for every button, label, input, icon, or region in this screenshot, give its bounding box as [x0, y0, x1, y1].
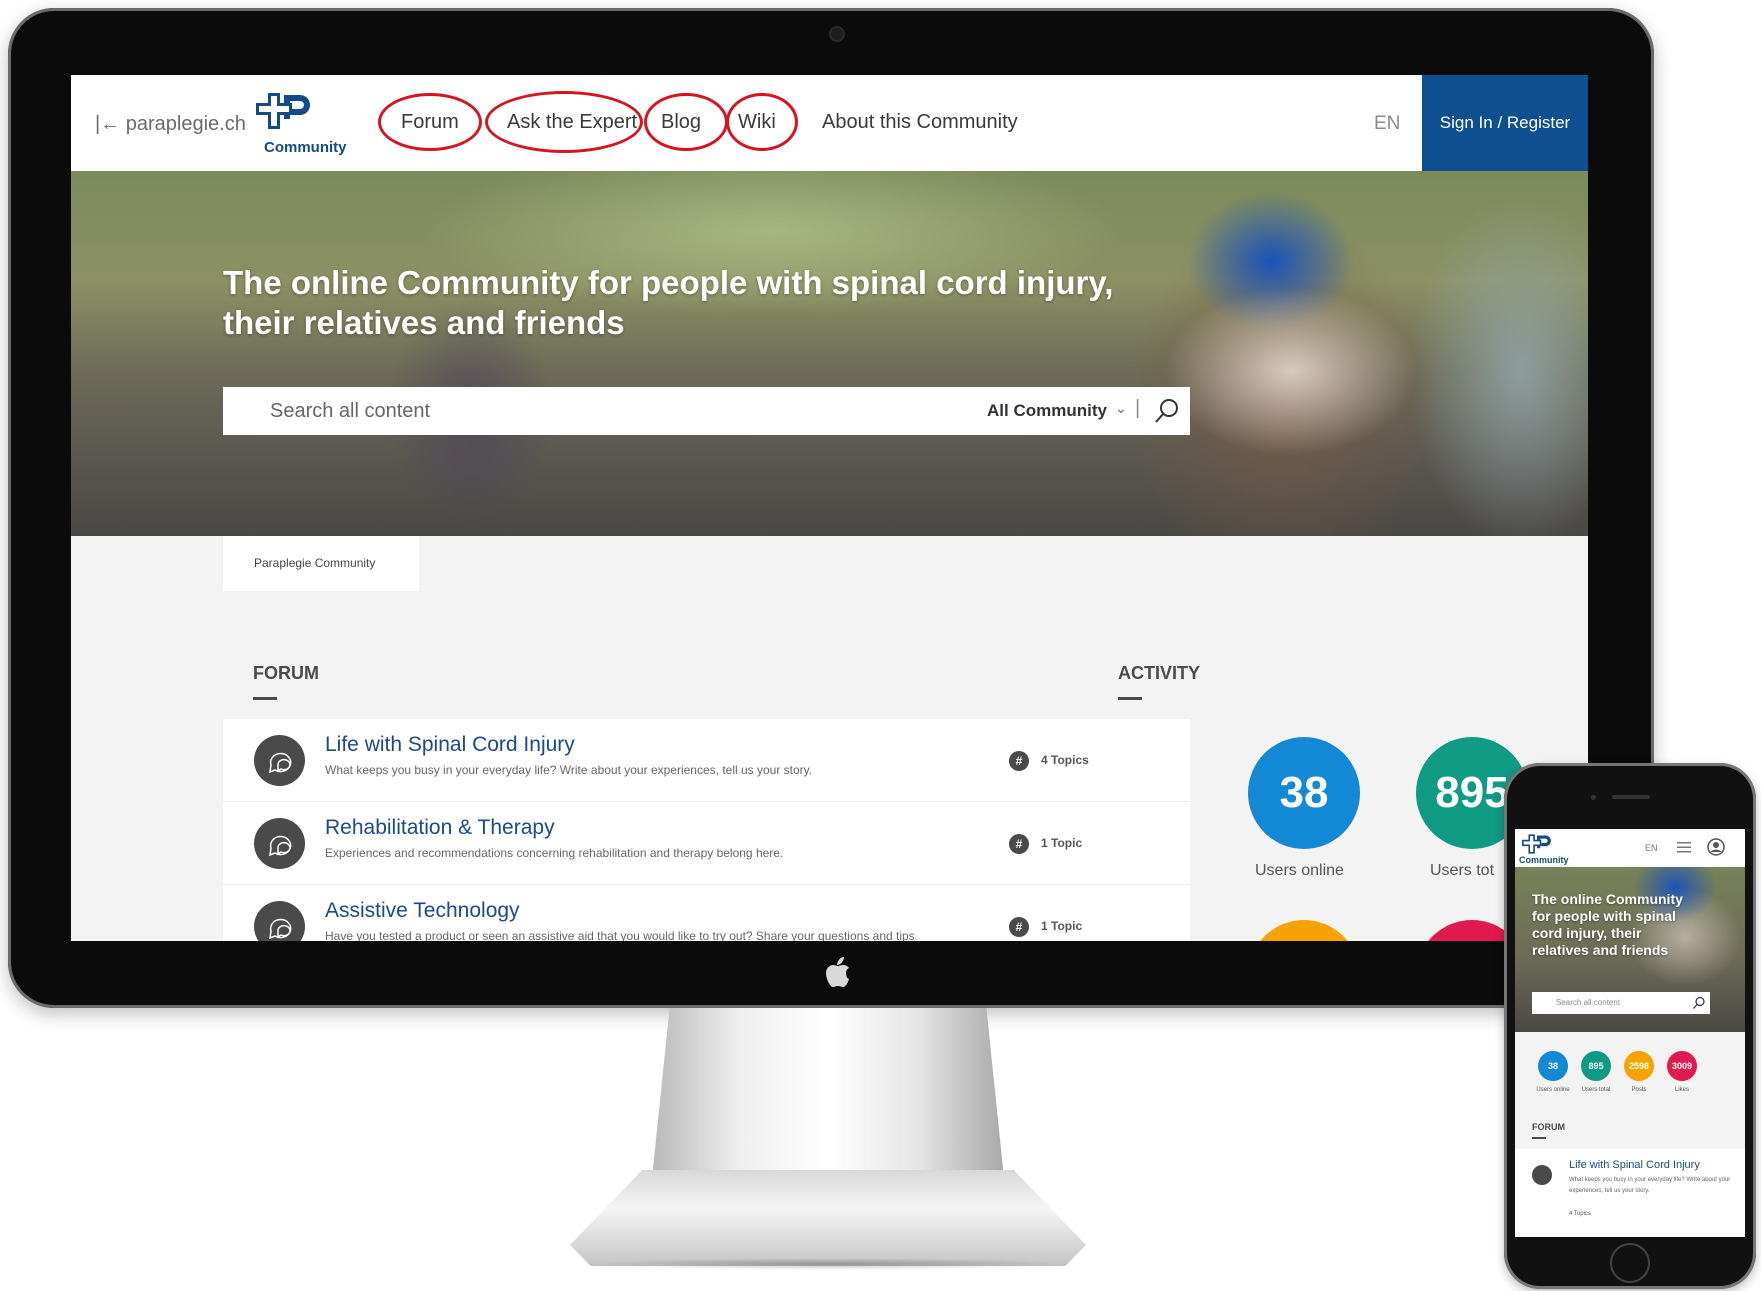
mobile-users-online-stat: 38 [1538, 1051, 1568, 1081]
iphone-frame: Community EN The online Community for pe… [1504, 763, 1756, 1289]
mobile-posts-stat: 2598 [1624, 1051, 1654, 1081]
forum-row[interactable]: Life with Spinal Cord Injury What keeps … [223, 719, 1190, 802]
language-switcher[interactable]: EN [1374, 113, 1400, 135]
forum-description: Have you tested a product or seen an ass… [325, 929, 915, 941]
hamburger-menu-icon[interactable] [1677, 841, 1691, 853]
users-total-label: Users tot [1430, 862, 1495, 879]
phone-speaker [1612, 795, 1650, 799]
forum-heading-underline [253, 697, 277, 700]
imac-stand-base [570, 1170, 1086, 1266]
sign-in-register-button[interactable]: Sign In / Register [1422, 75, 1588, 171]
mobile-cross-logo-icon[interactable] [1521, 833, 1553, 855]
mobile-search-icon[interactable] [1692, 996, 1706, 1010]
sign-in-label: Sign In / Register [1439, 113, 1571, 132]
nav-about[interactable]: About this Community [822, 111, 1018, 134]
user-account-icon[interactable] [1707, 838, 1725, 856]
phone-home-button[interactable] [1610, 1243, 1650, 1283]
camera-icon [831, 28, 843, 40]
mobile-search-bar[interactable]: Search all content [1532, 992, 1710, 1014]
users-online-stat: 38 [1248, 737, 1360, 849]
posts-stat [1248, 920, 1360, 941]
forum-title[interactable]: Assistive Technology [325, 899, 520, 923]
mobile-language-switcher[interactable]: EN [1645, 843, 1658, 853]
highlight-circle-wiki [726, 93, 798, 151]
highlight-circle-forum [378, 93, 482, 151]
topic-count: 1 Topic [1041, 919, 1083, 933]
device-mockup-stage: |← paraplegie.ch Community Forum Ask the… [0, 0, 1761, 1291]
activity-heading: ACTIVITY [1118, 663, 1201, 683]
activity-heading-underline [1118, 697, 1142, 700]
hashtag-icon: # [1009, 834, 1029, 854]
mobile-forum-title[interactable]: Life with Spinal Cord Injury [1569, 1159, 1700, 1171]
chat-bubble-icon [254, 901, 305, 941]
forum-description: What keeps you busy in your everyday lif… [325, 763, 813, 777]
hero-banner: The online Community for people with spi… [71, 171, 1588, 536]
forum-title[interactable]: Life with Spinal Cord Injury [325, 733, 575, 757]
logo-text: Community [264, 139, 347, 156]
breadcrumb: Paraplegie Community [223, 536, 419, 591]
breadcrumb-item[interactable]: Paraplegie Community [254, 556, 375, 570]
mobile-users-total-stat: 895 [1581, 1051, 1611, 1081]
community-logo[interactable]: Community [254, 91, 364, 161]
mobile-forum-description: What keeps you busy in your everyday lif… [1569, 1177, 1731, 1194]
top-nav: |← paraplegie.ch Community Forum Ask the… [71, 75, 1588, 171]
cross-logo-icon [256, 93, 310, 129]
search-input[interactable]: Search all content [270, 400, 430, 423]
highlight-circle-ask-the-expert [485, 91, 643, 153]
forum-row[interactable]: Rehabilitation & Therapy Experiences and… [223, 802, 1190, 885]
topic-count: 1 Topic [1041, 836, 1083, 850]
search-scope-dropdown[interactable]: All Community [987, 401, 1107, 421]
users-online-label: Users online [1255, 862, 1344, 879]
hashtag-icon: # [1009, 917, 1029, 937]
mobile-likes-stat: 3009 [1667, 1051, 1697, 1081]
mobile-forum-heading-underline [1532, 1137, 1546, 1139]
mobile-logo-text: Community [1519, 855, 1569, 865]
search-bar[interactable]: Search all content All Community ⌄ | [223, 387, 1190, 435]
hero-title: The online Community for people with spi… [223, 264, 1114, 341]
phone-camera-icon [1591, 795, 1596, 800]
imac-stand [652, 1008, 1004, 1178]
mobile-hero: The online Community for people with spi… [1515, 867, 1745, 1032]
forum-heading: FORUM [253, 663, 319, 683]
mobile-search-input[interactable]: Search all content [1556, 998, 1620, 1007]
mobile-forum-heading: FORUM [1532, 1122, 1565, 1132]
topic-count: 4 Topics [1041, 753, 1089, 767]
mobile-posts-label: Posts [1631, 1087, 1647, 1093]
mobile-users-total-label: Users total [1581, 1087, 1611, 1093]
mobile-nav: Community EN [1515, 829, 1745, 867]
forum-description: Experiences and recommendations concerni… [325, 846, 784, 860]
apple-logo-icon [826, 957, 849, 987]
back-to-paraplegie-link[interactable]: |← paraplegie.ch [95, 113, 246, 136]
forum-list: Life with Spinal Cord Injury What keeps … [223, 719, 1190, 941]
mobile-chat-bubble-icon [1532, 1165, 1552, 1185]
mobile-topic-count: 4 Topics [1569, 1211, 1591, 1217]
search-divider: | [1135, 397, 1141, 419]
desktop-screen: |← paraplegie.ch Community Forum Ask the… [71, 75, 1588, 941]
stand-shadow [580, 1258, 1080, 1270]
mobile-forum-row[interactable]: Life with Spinal Cord Injury What keeps … [1515, 1149, 1745, 1237]
mobile-users-online-label: Users online [1536, 1087, 1570, 1093]
forum-title[interactable]: Rehabilitation & Therapy [325, 816, 555, 840]
mobile-hero-title: The online Community for people with spi… [1532, 891, 1683, 958]
forum-row[interactable]: Assistive Technology Have you tested a p… [223, 885, 1190, 941]
chevron-down-icon[interactable]: ⌄ [1115, 400, 1127, 417]
hashtag-icon: # [1009, 751, 1029, 771]
mobile-screen: Community EN The online Community for pe… [1515, 829, 1745, 1237]
chat-bubble-icon [254, 818, 305, 869]
highlight-circle-blog [644, 93, 728, 151]
chat-bubble-icon [254, 735, 305, 786]
mobile-likes-label: Likes [1674, 1087, 1689, 1093]
search-icon[interactable] [1153, 397, 1181, 425]
